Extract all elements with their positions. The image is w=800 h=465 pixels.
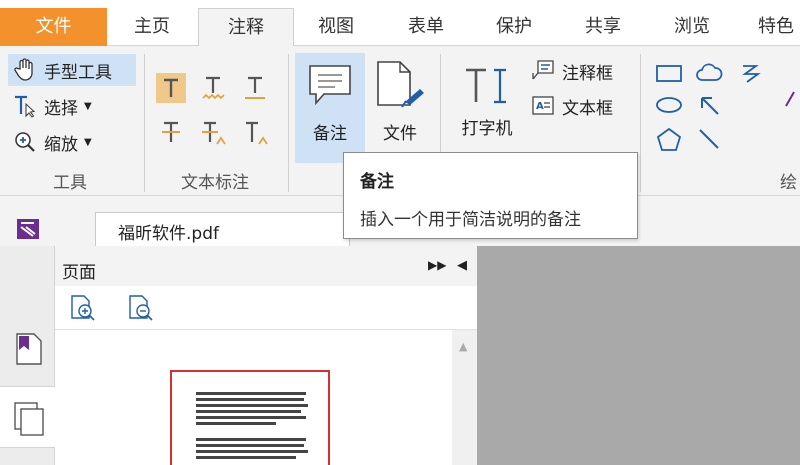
tab-share[interactable]: 共享: [567, 8, 639, 46]
document-tab-name: 福昕软件.pdf: [118, 224, 219, 244]
highlight-text-icon[interactable]: [156, 73, 186, 103]
callout-icon: [530, 58, 556, 84]
hand-tool-button[interactable]: 手型工具: [12, 57, 112, 83]
hand-tool-label: 手型工具: [44, 62, 112, 83]
callout-button[interactable]: 注释框: [530, 58, 613, 84]
svg-text:A: A: [536, 101, 544, 112]
textbox-icon: A: [530, 93, 556, 119]
zoom-tool-button[interactable]: 缩放 ▼: [12, 129, 92, 155]
squiggly-underline-icon[interactable]: [198, 73, 228, 103]
note-tooltip: 备注 插入一个用于简洁说明的备注: [343, 152, 638, 239]
select-tool-label: 选择: [44, 98, 78, 119]
tooltip-title: 备注: [360, 172, 394, 192]
panel-toolbar: [55, 286, 477, 330]
bookmark-icon[interactable]: [14, 332, 44, 366]
select-text-icon: [12, 93, 38, 119]
tab-comment[interactable]: 注释: [198, 8, 294, 47]
hand-icon: [12, 57, 38, 83]
replace-text-icon[interactable]: [198, 118, 228, 148]
app-logo-icon: [17, 219, 39, 239]
tools-group-label: 工具: [53, 173, 87, 193]
rectangle-icon[interactable]: [654, 58, 684, 88]
text-markup-group-label: 文本标注: [181, 173, 249, 193]
tab-browse[interactable]: 浏览: [656, 8, 728, 46]
collapse-panel-icon[interactable]: ▶▶: [428, 258, 446, 272]
pencil-icon[interactable]: [784, 84, 800, 114]
zoom-icon: [12, 129, 38, 155]
line-icon[interactable]: [694, 124, 724, 154]
tab-file[interactable]: 文件: [0, 8, 107, 46]
file-attachment-button[interactable]: 文件: [370, 53, 430, 163]
thumbnail-scrollbar[interactable]: ▲: [452, 330, 477, 465]
tab-form[interactable]: 表单: [390, 8, 462, 46]
cloud-icon[interactable]: [694, 58, 724, 88]
group-separator: [288, 54, 289, 192]
panel-options-icon[interactable]: ◀: [457, 258, 467, 273]
tab-home[interactable]: 主页: [118, 8, 186, 46]
insert-text-icon[interactable]: [240, 118, 270, 148]
navigation-side-strip: [0, 246, 55, 465]
enlarge-thumbnail-icon[interactable]: [69, 294, 97, 322]
polyline-icon[interactable]: [736, 58, 766, 88]
tab-view[interactable]: 视图: [300, 8, 372, 46]
group-separator: [640, 54, 641, 192]
pages-panel-tab[interactable]: [0, 386, 55, 448]
strikeout-icon[interactable]: [156, 118, 186, 148]
tab-special[interactable]: 特色: [746, 8, 800, 46]
pages-icon: [14, 402, 44, 436]
document-viewer[interactable]: [477, 246, 800, 465]
page-thumbnail[interactable]: [170, 370, 330, 465]
underline-icon[interactable]: [240, 73, 270, 103]
textbox-label: 文本框: [562, 98, 613, 119]
reduce-thumbnail-icon[interactable]: [127, 294, 155, 322]
group-separator: [144, 54, 145, 192]
select-tool-button[interactable]: 选择 ▼: [12, 93, 92, 119]
typewriter-label: 打字机: [461, 119, 513, 139]
callout-label: 注释框: [562, 63, 613, 84]
ribbon-tab-bar: 文件 主页 注释 视图 表单 保护 共享 浏览 特色: [0, 0, 800, 47]
oval-icon[interactable]: [654, 90, 684, 120]
tooltip-description: 插入一个用于简洁说明的备注: [360, 210, 581, 230]
note-button[interactable]: 备注: [295, 53, 365, 163]
note-label: 备注: [313, 124, 347, 144]
typewriter-button[interactable]: 打字机: [458, 60, 516, 156]
tab-protect[interactable]: 保护: [478, 8, 550, 46]
drawing-group-label: 绘: [780, 173, 797, 193]
typewriter-icon: [466, 68, 506, 104]
arrow-icon[interactable]: [694, 90, 724, 120]
polygon-icon[interactable]: [654, 124, 684, 154]
document-tab[interactable]: 福昕软件.pdf: [95, 212, 350, 246]
note-icon: [309, 65, 351, 106]
textbox-button[interactable]: A 文本框: [530, 93, 613, 119]
panel-title: 页面: [62, 263, 96, 283]
file-attach-icon: [377, 61, 424, 108]
zoom-tool-label: 缩放: [44, 134, 78, 155]
file-attachment-label: 文件: [383, 124, 417, 144]
zoom-dropdown-caret[interactable]: ▼: [84, 137, 92, 148]
scroll-up-icon[interactable]: ▲: [459, 340, 467, 353]
select-dropdown-caret[interactable]: ▼: [84, 101, 92, 112]
